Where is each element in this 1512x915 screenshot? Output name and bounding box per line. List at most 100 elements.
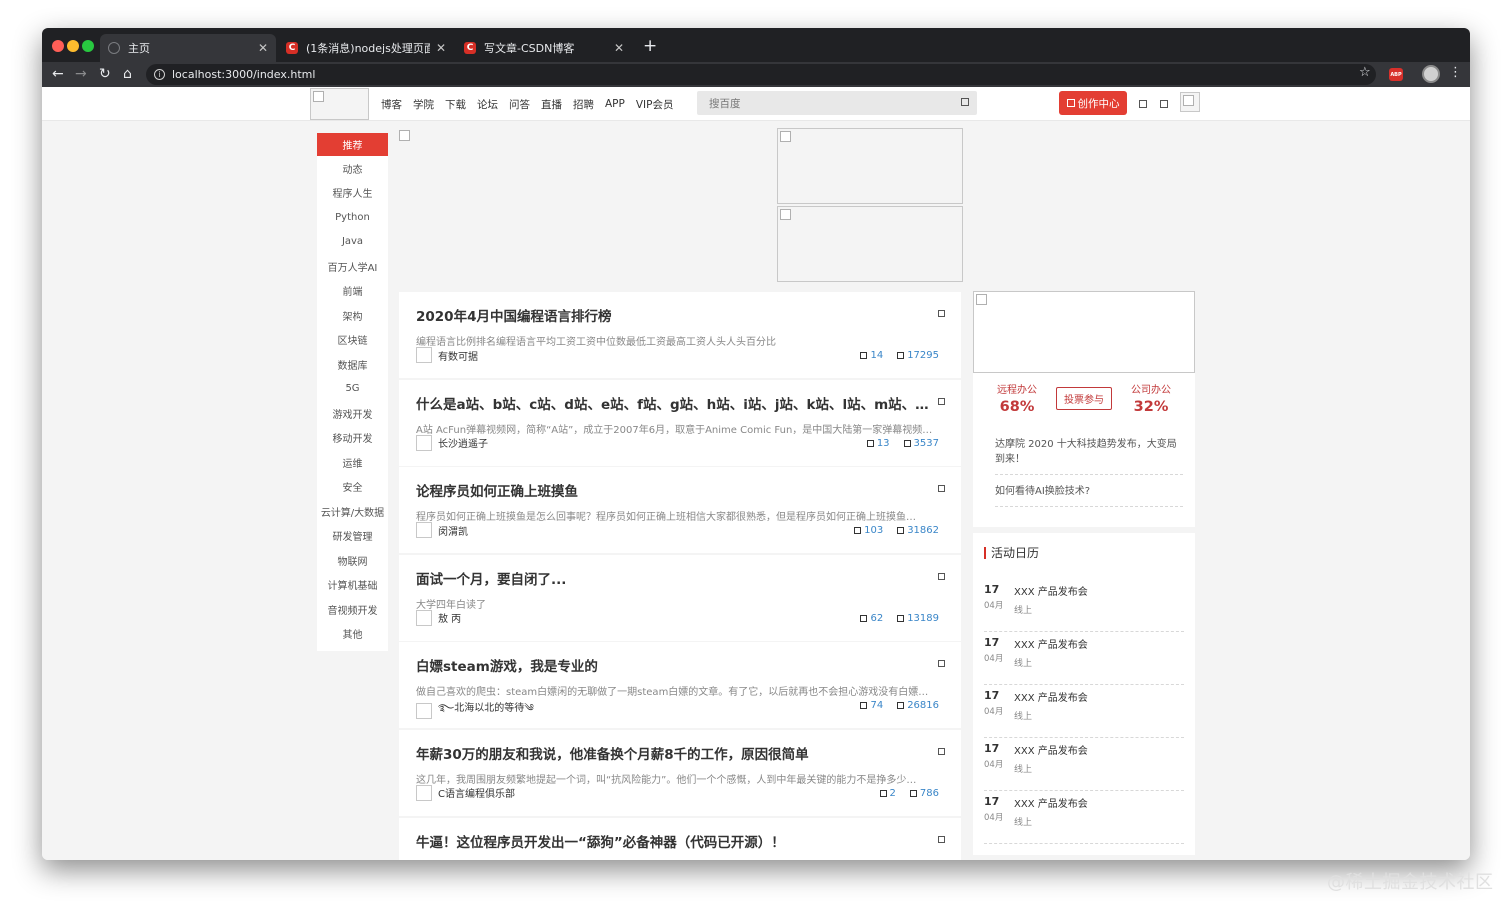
- article-title[interactable]: 2020年4月中国编程语言排行榜: [416, 305, 936, 325]
- sidebar-item[interactable]: 音视频开发: [317, 597, 388, 622]
- sidebar-item[interactable]: 动态: [317, 156, 388, 181]
- create-center-button[interactable]: 创作中心: [1059, 91, 1127, 115]
- sidebar-item[interactable]: Java: [317, 230, 388, 255]
- article-author[interactable]: ࿐北海以北的等待༄: [416, 697, 534, 725]
- article-title[interactable]: 什么是a站、b站、c站、d站、e站、f站、g站、h站、i站、j站、k站、l站、m…: [416, 393, 936, 413]
- nav-link[interactable]: 学院: [413, 97, 434, 112]
- article-feed: 2020年4月中国编程语言排行榜 编程语言比例排名编程语言平均工资工资中位数最低工…: [399, 292, 961, 860]
- dismiss-icon[interactable]: [938, 835, 945, 843]
- dismiss-icon[interactable]: [938, 572, 945, 580]
- sidebar-item[interactable]: 计算机基础: [317, 573, 388, 598]
- nav-link[interactable]: VIP会员: [636, 97, 674, 112]
- sidebar-item[interactable]: 物联网: [317, 548, 388, 573]
- back-arrow-icon[interactable]: ←: [52, 65, 64, 83]
- banner-side-image-2[interactable]: [777, 206, 963, 282]
- sidebar-item[interactable]: 百万人学AI: [317, 254, 388, 279]
- vote-left-label: 远程办公: [997, 385, 1037, 396]
- nav-link[interactable]: 招聘: [573, 97, 594, 112]
- menu-kebab-icon[interactable]: ⋮: [1449, 65, 1462, 80]
- close-window-button[interactable]: [52, 40, 64, 52]
- sidebar-item[interactable]: 运维: [317, 450, 388, 475]
- news-item[interactable]: 达摩院 2020 十大科技趋势发布，大变局到来！: [995, 437, 1183, 475]
- article-title[interactable]: 白嫖steam游戏，我是专业的: [416, 655, 936, 675]
- article-author[interactable]: C语言编程俱乐部: [416, 784, 515, 801]
- article-card[interactable]: 论程序员如何正确上班摸鱼 程序员如何正确上班摸鱼是怎么回事呢？程序员如何正确上班相…: [399, 467, 961, 554]
- article-author[interactable]: 敖 丙: [416, 609, 461, 626]
- article-card[interactable]: 年薪30万的朋友和我说，他准备换个月薪8千的工作，原因很简单 这几年，我周围朋友频…: [399, 729, 961, 816]
- search-icon[interactable]: [961, 98, 969, 106]
- vote-row: 远程办公 68% 投票参与 公司办公 32%: [973, 381, 1195, 415]
- calendar-event[interactable]: 17 04月 XXX 产品发布会 线上: [984, 632, 1184, 685]
- article-title[interactable]: 年薪30万的朋友和我说，他准备换个月薪8千的工作，原因很简单: [416, 743, 936, 763]
- dismiss-icon[interactable]: [938, 660, 945, 668]
- sidebar-item[interactable]: Python: [317, 205, 388, 230]
- adblock-icon[interactable]: ABP: [1389, 68, 1403, 81]
- vote-button[interactable]: 投票参与: [1056, 386, 1112, 410]
- tab-nodejs[interactable]: C (1条消息)nodejs处理页面跳转url ✕: [278, 34, 454, 62]
- nav-link[interactable]: 问答: [509, 97, 530, 112]
- sidebar-item[interactable]: 前端: [317, 279, 388, 304]
- article-card[interactable]: 面试一个月，要自闭了... 大学四年白读了敖 丙 62 13189: [399, 554, 961, 641]
- tab-close-icon[interactable]: ✕: [614, 41, 624, 55]
- article-author[interactable]: 闵渭凯: [416, 522, 468, 539]
- article-card[interactable]: 2020年4月中国编程语言排行榜 编程语言比例排名编程语言平均工资工资中位数最低工…: [399, 292, 961, 378]
- sidebar-item[interactable]: 安全: [317, 475, 388, 500]
- article-author[interactable]: 有数可据: [416, 347, 478, 363]
- maximize-window-button[interactable]: [82, 40, 94, 52]
- nav-link[interactable]: 下载: [445, 97, 466, 112]
- article-author[interactable]: 长沙逍遥子: [416, 434, 488, 451]
- news-item[interactable]: 如何看待AI换脸技术?: [995, 475, 1183, 507]
- dismiss-icon[interactable]: [938, 747, 945, 755]
- search-input[interactable]: 搜百度: [697, 91, 977, 115]
- sidebar-item[interactable]: 云计算/大数据: [317, 499, 388, 524]
- home-icon[interactable]: ⌂: [123, 65, 132, 83]
- article-title[interactable]: 面试一个月，要自闭了...: [416, 568, 936, 588]
- calendar-event[interactable]: 17 04月 XXX 产品发布会 线上: [984, 685, 1184, 738]
- sidebar-item[interactable]: 程序人生: [317, 181, 388, 206]
- sidebar-item[interactable]: 架构: [317, 303, 388, 328]
- profile-avatar-icon[interactable]: [1422, 65, 1440, 83]
- sidebar-item[interactable]: 5G: [317, 377, 388, 402]
- article-title[interactable]: 论程序员如何正确上班摸鱼: [416, 480, 936, 500]
- site-logo[interactable]: [310, 88, 369, 120]
- forward-arrow-icon[interactable]: →: [75, 65, 87, 83]
- sidebar-item[interactable]: 游戏开发: [317, 401, 388, 426]
- tab-home[interactable]: 主页 ✕: [100, 34, 276, 62]
- article-card[interactable]: 牛逼！这位程序员开发出一“舔狗”必备神器（代码已开源）！ 在一个阳光明媚的清晨，我…: [399, 817, 961, 860]
- user-avatar[interactable]: [1180, 92, 1200, 112]
- message-icon[interactable]: [1139, 100, 1147, 108]
- bookmark-star-icon[interactable]: ☆: [1359, 65, 1371, 80]
- banner-side-image-1[interactable]: [777, 128, 963, 204]
- nav-link[interactable]: 论坛: [477, 97, 498, 112]
- sidebar-item[interactable]: 研发管理: [317, 524, 388, 549]
- dismiss-icon[interactable]: [938, 397, 945, 405]
- calendar-event[interactable]: 17 04月 XXX 产品发布会 线上: [984, 791, 1184, 844]
- reload-icon[interactable]: ↻: [99, 65, 111, 83]
- article-card[interactable]: 白嫖steam游戏，我是专业的 做自己喜欢的爬虫：steam白嫖闲的无聊做了一期s…: [399, 642, 961, 729]
- dismiss-icon[interactable]: [938, 310, 945, 317]
- tab-close-icon[interactable]: ✕: [258, 41, 268, 55]
- article-title[interactable]: 牛逼！这位程序员开发出一“舔狗”必备神器（代码已开源）！: [416, 831, 936, 851]
- tab-csdn-write[interactable]: C 写文章-CSDN博客 ✕: [456, 34, 632, 62]
- tab-close-icon[interactable]: ✕: [436, 41, 446, 55]
- minimize-window-button[interactable]: [67, 40, 79, 52]
- notification-icon[interactable]: [1160, 100, 1168, 108]
- sidebar-item[interactable]: 其他: [317, 622, 388, 647]
- article-card[interactable]: 什么是a站、b站、c站、d站、e站、f站、g站、h站、i站、j站、k站、l站、m…: [399, 379, 961, 466]
- calendar-event[interactable]: 17 04月 XXX 产品发布会 线上: [984, 738, 1184, 791]
- ad-image[interactable]: [973, 291, 1195, 373]
- sidebar-item[interactable]: 区块链: [317, 328, 388, 353]
- new-tab-icon[interactable]: +: [643, 36, 657, 56]
- calendar-event[interactable]: 17 04月 XXX 产品发布会 线上: [984, 579, 1184, 632]
- dismiss-icon[interactable]: [938, 485, 945, 493]
- comment-icon: [879, 789, 887, 797]
- sidebar-item[interactable]: 移动开发: [317, 426, 388, 451]
- banner-carousel-image[interactable]: [397, 128, 767, 283]
- sidebar-item[interactable]: 数据库: [317, 352, 388, 377]
- nav-link[interactable]: 直播: [541, 97, 562, 112]
- nav-link[interactable]: APP: [605, 98, 625, 110]
- address-bar[interactable]: i localhost:3000/index.html: [146, 64, 1376, 85]
- sidebar-item[interactable]: 推荐: [317, 133, 388, 156]
- info-icon[interactable]: i: [154, 69, 165, 80]
- nav-link[interactable]: 博客: [381, 97, 402, 112]
